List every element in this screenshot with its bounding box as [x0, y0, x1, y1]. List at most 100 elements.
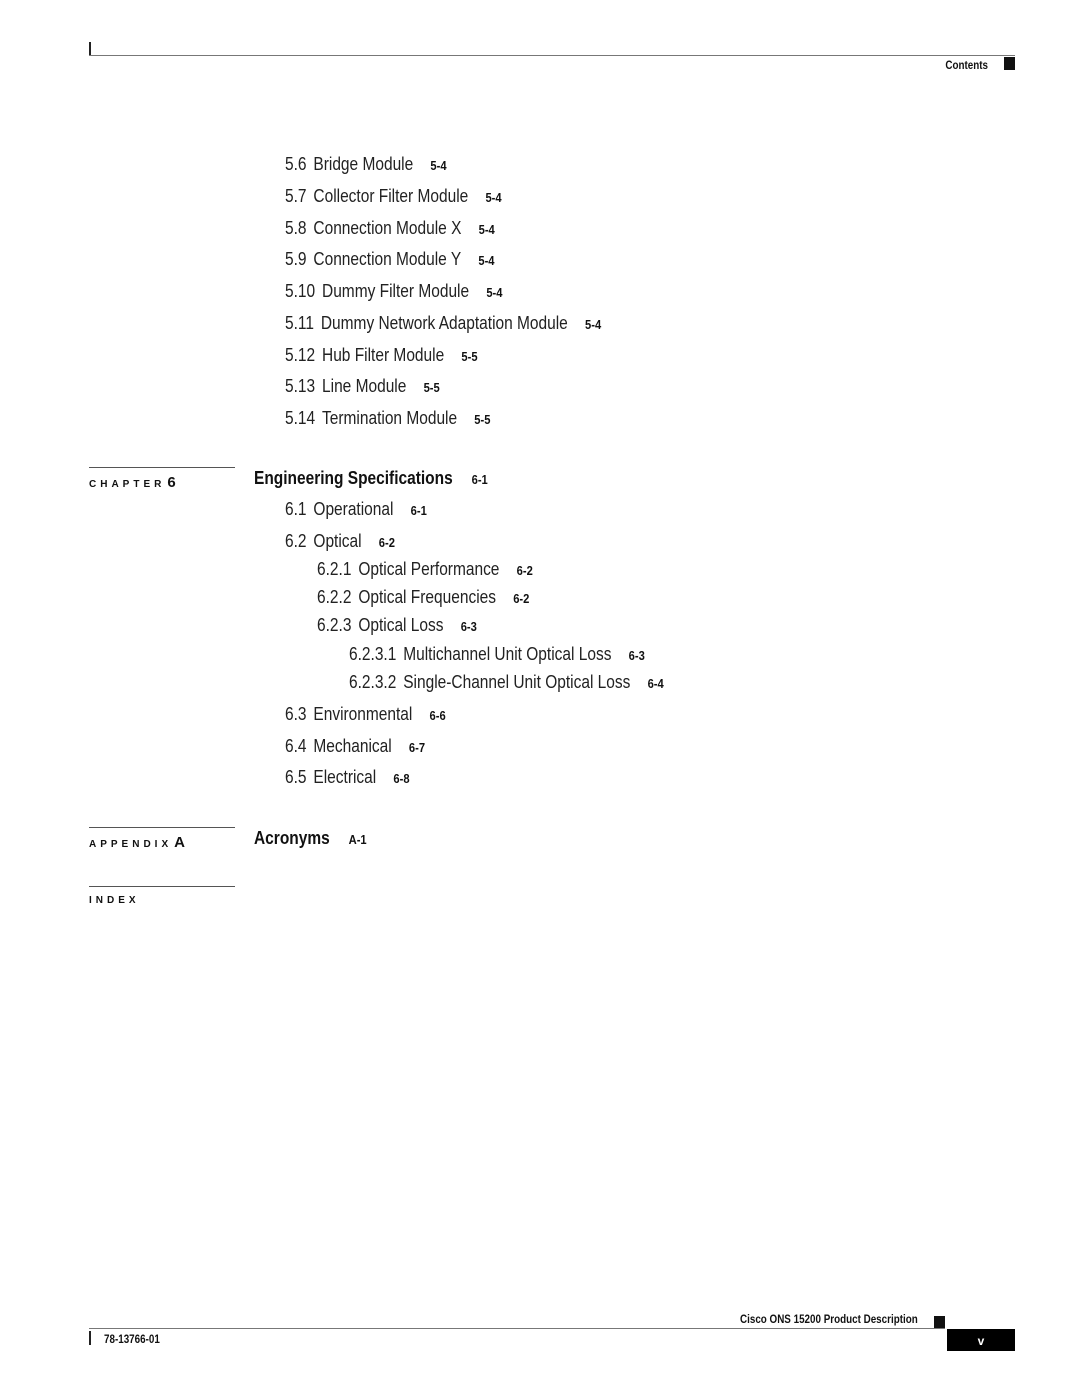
toc-entry[interactable]: 5.8 Connection Module X 5-4	[285, 218, 495, 239]
page-ref[interactable]: 5-4	[479, 222, 495, 237]
running-header-label: Contents	[945, 58, 988, 72]
section-number: 6.2	[285, 531, 307, 551]
section-number: 6.2.3	[317, 615, 352, 635]
page-ref[interactable]: 5-4	[478, 253, 494, 268]
header-marker-block	[1004, 57, 1015, 70]
toc-entry[interactable]: 6.2.3.1 Multichannel Unit Optical Loss 6-3	[349, 644, 645, 665]
header-rule	[89, 55, 1015, 56]
footer-rule	[89, 1328, 945, 1329]
chapter-title: Engineering Specifications	[254, 468, 453, 488]
section-number: 6.2.3.2	[349, 672, 397, 692]
index-label[interactable]: INDEX	[89, 895, 140, 906]
section-title: Environmental	[313, 704, 413, 724]
appendix-label-text: APPENDIX	[89, 839, 173, 850]
appendix-title: Acronyms	[254, 828, 330, 848]
toc-entry[interactable]: 6.2 Optical 6-2	[285, 531, 395, 552]
toc-entry[interactable]: 6.2.3.2 Single-Channel Unit Optical Loss 6…	[349, 672, 664, 693]
section-number: 5.14	[285, 408, 316, 428]
section-title: Electrical	[313, 767, 377, 787]
section-number: 6.1	[285, 499, 307, 519]
toc-entry[interactable]: 6.3 Environmental 6-6	[285, 704, 446, 725]
section-title: Connection Module X	[313, 218, 462, 238]
section-number: 5.6	[285, 154, 307, 174]
section-number: 6.4	[285, 736, 307, 756]
section-title: Dummy Network Adaptation Module	[320, 313, 568, 333]
section-title: Mechanical	[313, 736, 392, 756]
toc-entry[interactable]: 6.2.2 Optical Frequencies 6-2	[317, 587, 529, 608]
section-number: 5.12	[285, 345, 316, 365]
chapter-heading[interactable]: Engineering Specifications 6-1	[254, 468, 488, 489]
section-title: Single-Channel Unit Optical Loss	[403, 672, 631, 692]
section-title: Multichannel Unit Optical Loss	[403, 644, 612, 664]
page-ref[interactable]: 5-4	[430, 158, 446, 173]
page-ref[interactable]: 6-7	[409, 740, 425, 755]
toc-entry[interactable]: 5.6 Bridge Module 5-4	[285, 154, 447, 175]
appendix-label: APPENDIX A	[89, 834, 185, 851]
chapter-divider-rule	[89, 467, 235, 468]
section-number: 6.2.1	[317, 559, 352, 579]
section-number: 5.13	[285, 376, 316, 396]
footer-margin-bar	[89, 1331, 91, 1345]
page-ref[interactable]: 5-4	[485, 190, 501, 205]
section-number: 5.8	[285, 218, 307, 238]
page-ref[interactable]: 5-5	[474, 412, 490, 427]
page-ref[interactable]: 5-4	[486, 285, 502, 300]
section-title: Collector Filter Module	[313, 186, 469, 206]
page-ref[interactable]: 6-1	[411, 503, 427, 518]
index-divider-rule	[89, 886, 235, 887]
chapter-number: 6	[167, 474, 176, 491]
toc-entry[interactable]: 6.2.1 Optical Performance 6-2	[317, 559, 533, 580]
page-ref[interactable]: 6-4	[648, 676, 664, 691]
appendix-heading[interactable]: Acronyms A-1	[254, 828, 367, 849]
page-ref[interactable]: 6-1	[472, 472, 488, 487]
toc-entry[interactable]: 6.4 Mechanical 6-7	[285, 736, 425, 757]
section-title: Operational	[313, 499, 394, 519]
toc-entry[interactable]: 5.10 Dummy Filter Module 5-4	[285, 281, 502, 302]
page-ref[interactable]: A-1	[349, 832, 367, 847]
chapter-label: CHAPTER 6	[89, 474, 176, 491]
section-title: Connection Module Y	[313, 249, 462, 269]
page-ref[interactable]: 6-3	[629, 648, 645, 663]
footer-page-number: v	[947, 1329, 1015, 1351]
toc-entry[interactable]: 5.12 Hub Filter Module 5-5	[285, 345, 478, 366]
section-number: 5.7	[285, 186, 307, 206]
page-ref[interactable]: 6-2	[517, 563, 533, 578]
page-ref[interactable]: 6-2	[513, 591, 529, 606]
page-ref[interactable]: 6-6	[430, 708, 446, 723]
page-ref[interactable]: 5-5	[461, 349, 477, 364]
toc-entry[interactable]: 5.14 Termination Module 5-5	[285, 408, 490, 429]
section-number: 5.10	[285, 281, 316, 301]
appendix-divider-rule	[89, 827, 235, 828]
section-title: Optical Frequencies	[358, 587, 496, 607]
page-ref[interactable]: 6-3	[461, 619, 477, 634]
section-number: 6.2.3.1	[349, 644, 397, 664]
section-title: Dummy Filter Module	[322, 281, 470, 301]
toc-entry[interactable]: 5.13 Line Module 5-5	[285, 376, 440, 397]
header-margin-bar	[89, 42, 91, 56]
toc-entry[interactable]: 5.7 Collector Filter Module 5-4	[285, 186, 502, 207]
footer-book-title: Cisco ONS 15200 Product Description	[740, 1312, 918, 1326]
toc-entry[interactable]: 6.1 Operational 6-1	[285, 499, 427, 520]
page-ref[interactable]: 6-8	[393, 771, 409, 786]
footer-doc-number: 78-13766-01	[104, 1332, 160, 1346]
section-title: Optical Loss	[358, 615, 444, 635]
toc-entry[interactable]: 6.5 Electrical 6-8	[285, 767, 410, 788]
page-ref[interactable]: 5-4	[585, 317, 601, 332]
page-ref[interactable]: 5-5	[424, 380, 440, 395]
section-title: Bridge Module	[313, 154, 414, 174]
section-title: Line Module	[322, 376, 407, 396]
section-number: 5.9	[285, 249, 307, 269]
toc-entry[interactable]: 5.9 Connection Module Y 5-4	[285, 249, 495, 270]
page-ref[interactable]: 6-2	[379, 535, 395, 550]
section-title: Optical Performance	[358, 559, 500, 579]
section-number: 6.2.2	[317, 587, 352, 607]
section-number: 5.11	[285, 313, 314, 333]
section-title: Hub Filter Module	[322, 345, 445, 365]
toc-entry[interactable]: 5.11 Dummy Network Adaptation Module 5-4	[285, 313, 601, 334]
section-title: Termination Module	[322, 408, 458, 428]
section-number: 6.5	[285, 767, 307, 787]
toc-entry[interactable]: 6.2.3 Optical Loss 6-3	[317, 615, 477, 636]
section-title: Optical	[313, 531, 362, 551]
appendix-letter: A	[174, 834, 185, 851]
section-number: 6.3	[285, 704, 307, 724]
